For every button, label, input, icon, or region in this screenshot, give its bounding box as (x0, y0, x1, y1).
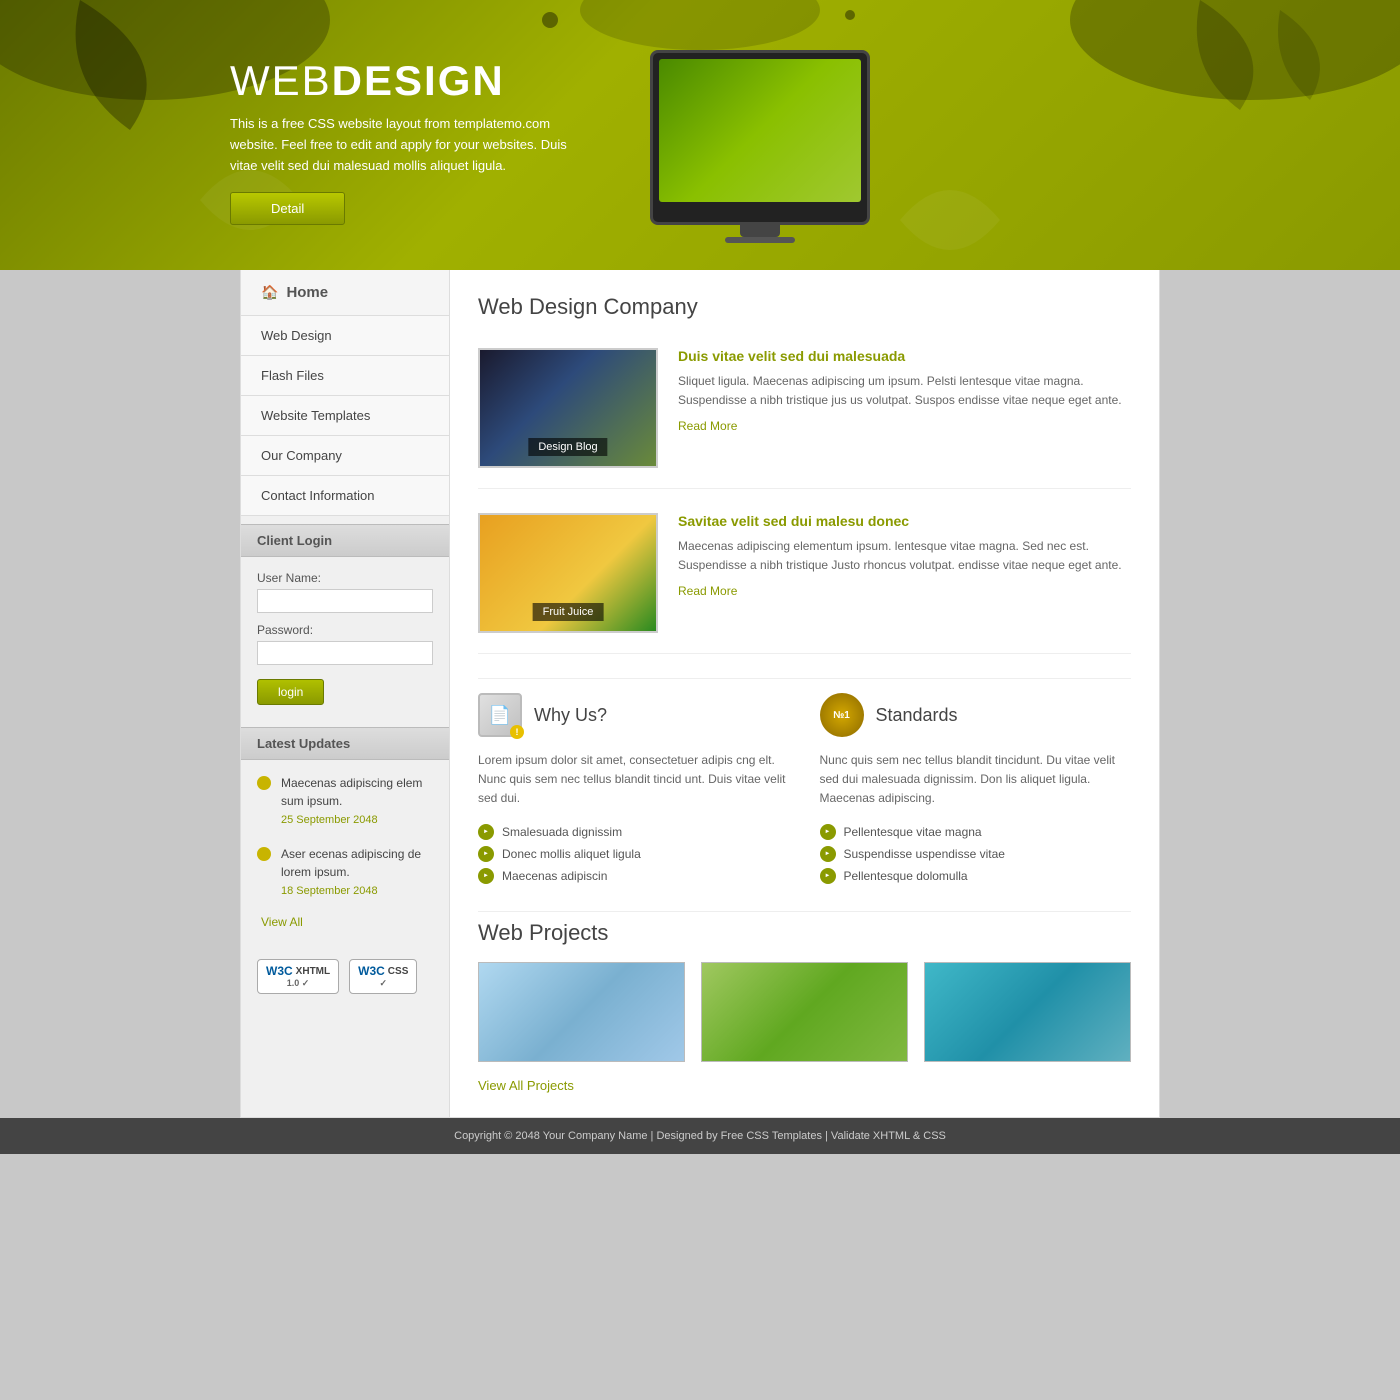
site-title: WEBDESIGN (230, 60, 610, 102)
why-us-list-item-2: Donec mollis aliquet ligula (478, 843, 790, 865)
nav-item-contact[interactable]: Contact Information (241, 476, 449, 516)
nav-home-label: Home (286, 284, 328, 301)
std-bullet-icon-2 (820, 846, 836, 862)
xhtml-badge: W3C XHTML 1.0 ✓ (257, 959, 339, 994)
std-bullet-icon-1 (820, 824, 836, 840)
thumb-label-2: Fruit Juice (533, 603, 604, 621)
standards-header: №1 Standards (820, 693, 1132, 737)
header-content: WEBDESIGN This is a free CSS website lay… (0, 0, 1400, 230)
client-login-section: Client Login User Name: Password: login (241, 524, 449, 719)
monitor-frame (650, 50, 870, 225)
update-text-2: Aser ecenas adipiscing de lorem ipsum. 1… (281, 845, 433, 900)
detail-button[interactable]: Detail (230, 192, 345, 225)
standards-list-item-1: Pellentesque vitae magna (820, 821, 1132, 843)
client-login-title: Client Login (241, 524, 449, 557)
header: WEBDESIGN This is a free CSS website lay… (0, 0, 1400, 270)
std-bullet-icon-3 (820, 868, 836, 884)
sidebar: 🏠 Home Web Design Flash Files Website Te… (240, 270, 450, 1118)
blog-post-1: Design Blog Duis vitae velit sed dui mal… (478, 348, 1131, 489)
blog-body-2: Savitae velit sed dui malesu donec Maece… (678, 513, 1131, 633)
why-us-list-item-3: Maecenas adipiscin (478, 865, 790, 887)
standards-list-item-3: Pellentesque dolomulla (820, 865, 1132, 887)
monitor-screen (659, 59, 861, 202)
home-icon: 🏠 (261, 284, 278, 301)
login-button[interactable]: login (257, 679, 324, 705)
password-input[interactable] (257, 641, 433, 665)
list-bullet-icon-3 (478, 868, 494, 884)
footer: Copyright © 2048 Your Company Name | Des… (0, 1118, 1400, 1154)
why-us-alert-icon: ! (510, 725, 524, 739)
nav-item-our-company[interactable]: Our Company (241, 436, 449, 476)
navigation: 🏠 Home Web Design Flash Files Website Te… (241, 270, 449, 516)
title-design: DESIGN (332, 57, 505, 104)
projects-grid (478, 962, 1131, 1062)
blog-thumb-2: Fruit Juice (478, 513, 658, 633)
read-more-2[interactable]: Read More (678, 584, 737, 598)
why-us-section: 📄 ! Why Us? Lorem ipsum dolor sit amet, … (478, 693, 790, 887)
main-content: Web Design Company Design Blog Duis vita… (450, 270, 1160, 1118)
standards-section: №1 Standards Nunc quis sem nec tellus bl… (820, 693, 1132, 887)
monitor-image (650, 50, 870, 230)
why-us-text: Lorem ipsum dolor sit amet, consectetuer… (478, 751, 790, 809)
standards-list-item-2: Suspendisse uspendisse vitae (820, 843, 1132, 865)
nav-item-web-design[interactable]: Web Design (241, 316, 449, 356)
username-input[interactable] (257, 589, 433, 613)
css-badge: W3C CSS ✓ (349, 959, 417, 994)
standards-text: Nunc quis sem nec tellus blandit tincidu… (820, 751, 1132, 809)
latest-updates-section: Latest Updates Maecenas adipiscing elem … (241, 727, 449, 943)
why-us-standards: 📄 ! Why Us? Lorem ipsum dolor sit amet, … (478, 678, 1131, 887)
list-bullet-icon-1 (478, 824, 494, 840)
password-label: Password: (257, 623, 433, 637)
project-thumb-1 (478, 962, 685, 1062)
thumb-label-1: Design Blog (528, 438, 607, 456)
project-thumb-2 (701, 962, 908, 1062)
header-description: This is a free CSS website layout from t… (230, 114, 570, 176)
update-bullet-1 (257, 776, 271, 790)
latest-updates-body: Maecenas adipiscing elem sum ipsum. 25 S… (241, 760, 449, 943)
blog-post-2: Fruit Juice Savitae velit sed dui malesu… (478, 513, 1131, 654)
company-title: Web Design Company (478, 294, 1131, 328)
main-wrapper: 🏠 Home Web Design Flash Files Website Te… (240, 270, 1160, 1118)
footer-text: Copyright © 2048 Your Company Name | Des… (454, 1130, 946, 1142)
title-web: WEB (230, 57, 332, 104)
username-group: User Name: (257, 571, 433, 613)
why-us-header: 📄 ! Why Us? (478, 693, 790, 737)
view-all-projects-link[interactable]: View All Projects (478, 1078, 574, 1093)
blog-thumb-1: Design Blog (478, 348, 658, 468)
why-us-icon: 📄 ! (478, 693, 522, 737)
read-more-1[interactable]: Read More (678, 419, 737, 433)
password-group: Password: (257, 623, 433, 665)
update-item-1: Maecenas adipiscing elem sum ipsum. 25 S… (257, 774, 433, 829)
blog-post-text-1: Sliquet ligula. Maecenas adipiscing um i… (678, 372, 1131, 410)
why-us-list: Smalesuada dignissim Donec mollis alique… (478, 821, 790, 887)
nav-item-website-templates[interactable]: Website Templates (241, 396, 449, 436)
update-text-1: Maecenas adipiscing elem sum ipsum. 25 S… (281, 774, 433, 829)
nav-item-flash-files[interactable]: Flash Files (241, 356, 449, 396)
update-bullet-2 (257, 847, 271, 861)
update-date-2: 18 September 2048 (281, 883, 433, 900)
blog-body-1: Duis vitae velit sed dui malesuada Sliqu… (678, 348, 1131, 468)
username-label: User Name: (257, 571, 433, 585)
blog-post-text-2: Maecenas adipiscing elementum ipsum. len… (678, 537, 1131, 575)
blog-post-title-1[interactable]: Duis vitae velit sed dui malesuada (678, 348, 1131, 364)
client-login-body: User Name: Password: login (241, 557, 449, 719)
header-text-block: WEBDESIGN This is a free CSS website lay… (230, 60, 610, 225)
view-all-updates-link[interactable]: View All (257, 915, 433, 929)
standards-list: Pellentesque vitae magna Suspendisse usp… (820, 821, 1132, 887)
monitor-stand (740, 225, 780, 237)
nav-home[interactable]: 🏠 Home (241, 270, 449, 316)
w3c-badges: W3C XHTML 1.0 ✓ W3C CSS ✓ (241, 943, 449, 1010)
standards-title: Standards (876, 705, 958, 726)
why-us-list-item-1: Smalesuada dignissim (478, 821, 790, 843)
update-date-1: 25 September 2048 (281, 812, 433, 829)
why-us-title: Why Us? (534, 705, 607, 726)
latest-updates-title: Latest Updates (241, 727, 449, 760)
projects-title: Web Projects (478, 911, 1131, 946)
blog-post-title-2[interactable]: Savitae velit sed dui malesu donec (678, 513, 1131, 529)
monitor-base (725, 237, 795, 243)
project-thumb-3 (924, 962, 1131, 1062)
list-bullet-icon-2 (478, 846, 494, 862)
standards-badge-icon: №1 (820, 693, 864, 737)
update-item-2: Aser ecenas adipiscing de lorem ipsum. 1… (257, 845, 433, 900)
